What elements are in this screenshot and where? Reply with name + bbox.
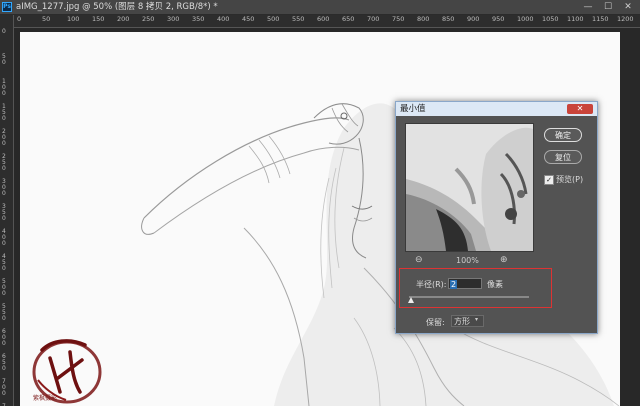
ruler-tick-label: 450: [242, 15, 255, 23]
ruler-tick-label: 500: [2, 278, 6, 297]
ruler-tick-label: 50: [2, 53, 6, 66]
ruler-tick-label: 650: [342, 15, 355, 23]
ok-button[interactable]: 确定: [544, 128, 582, 142]
horizontal-ruler[interactable]: 0 50 100 150 200 250 300 350 400 450 500 550 600 650 7…: [14, 15, 640, 28]
close-icon[interactable]: ✕: [567, 104, 593, 114]
preview-checkbox-label[interactable]: 预览(P): [556, 174, 583, 185]
preserve-select[interactable]: 方形: [451, 315, 484, 327]
ruler-tick-label: 550: [292, 15, 305, 23]
ruler-tick-label: 350: [192, 15, 205, 23]
ruler-tick-label: 600: [2, 328, 6, 347]
reset-button[interactable]: 复位: [544, 150, 582, 164]
ruler-tick-label: 700: [2, 378, 6, 397]
minimum-filter-dialog: 最小值 ✕ ⊖ 100% ⊕ 确定 复位 ✓ 预览(P) 半径(R): 2 像素…: [395, 101, 598, 334]
maximize-button[interactable]: ☐: [598, 0, 618, 14]
close-window-button[interactable]: ✕: [618, 0, 638, 14]
ruler-tick-label: 950: [492, 15, 505, 23]
photoshop-logo-icon: Ps: [2, 2, 12, 12]
ruler-tick-label: 0: [2, 28, 6, 35]
ruler-tick-label: 300: [2, 178, 6, 197]
ruler-tick-label: 900: [467, 15, 480, 23]
ruler-tick-label: 1150: [592, 15, 609, 23]
ruler-tick-label: 300: [167, 15, 180, 23]
vertical-ruler[interactable]: 0 50 100 150 200 250 300 350 400 450 500 550 600 650 7…: [0, 15, 14, 406]
ruler-tick-label: 450: [2, 253, 6, 272]
document-tab-title[interactable]: aIMG_1277.jpg @ 50% (图层 8 拷贝 2, RGB/8*) …: [16, 1, 218, 13]
ruler-tick-label: 500: [267, 15, 280, 23]
ruler-tick-label: 400: [2, 228, 6, 247]
ruler-tick-label: 800: [417, 15, 430, 23]
ruler-tick-label: 400: [217, 15, 230, 23]
ruler-tick-label: 100: [67, 15, 80, 23]
dialog-title-bar[interactable]: 最小值 ✕: [396, 102, 597, 116]
watermark-text: 紫枫摄影: [33, 395, 58, 402]
ruler-tick-label: 50: [42, 15, 51, 23]
ruler-tick-label: 0: [17, 15, 22, 23]
zoom-out-icon[interactable]: ⊖: [415, 255, 423, 265]
zoom-in-icon[interactable]: ⊕: [500, 255, 508, 265]
ruler-tick-label: 200: [2, 128, 6, 147]
ruler-tick-label: 250: [2, 153, 6, 172]
ruler-tick-label: 700: [367, 15, 380, 23]
document-tab-bar: Ps aIMG_1277.jpg @ 50% (图层 8 拷贝 2, RGB/8…: [0, 0, 640, 15]
ruler-tick-label: 150: [92, 15, 105, 23]
ruler-tick-label: 150: [2, 103, 6, 122]
ruler-tick-label: 550: [2, 303, 6, 322]
ruler-tick-label: 1000: [517, 15, 534, 23]
ruler-tick-label: 250: [142, 15, 155, 23]
ruler-tick-label: 100: [2, 78, 6, 97]
preview-image: [406, 124, 533, 251]
ruler-tick-label: 650: [2, 353, 6, 372]
ruler-tick-label: 750: [392, 15, 405, 23]
chevron-down-icon: ▾: [475, 316, 479, 323]
ruler-tick-label: 1100: [567, 15, 584, 23]
preserve-label: 保留:: [426, 318, 445, 327]
ruler-tick-label: 200: [117, 15, 130, 23]
minimize-button[interactable]: —: [578, 0, 598, 14]
ruler-tick-label: 350: [2, 203, 6, 222]
ruler-tick-label: 600: [317, 15, 330, 23]
preview-checkbox[interactable]: ✓: [544, 175, 554, 185]
dialog-title: 最小值: [400, 104, 426, 114]
filter-preview[interactable]: [405, 123, 534, 252]
zoom-level: 100%: [456, 256, 479, 265]
ruler-tick-label: 850: [442, 15, 455, 23]
ruler-tick-label: 1200: [617, 15, 634, 23]
ruler-tick-label: 1050: [542, 15, 559, 23]
radius-highlight-box: [399, 268, 552, 308]
